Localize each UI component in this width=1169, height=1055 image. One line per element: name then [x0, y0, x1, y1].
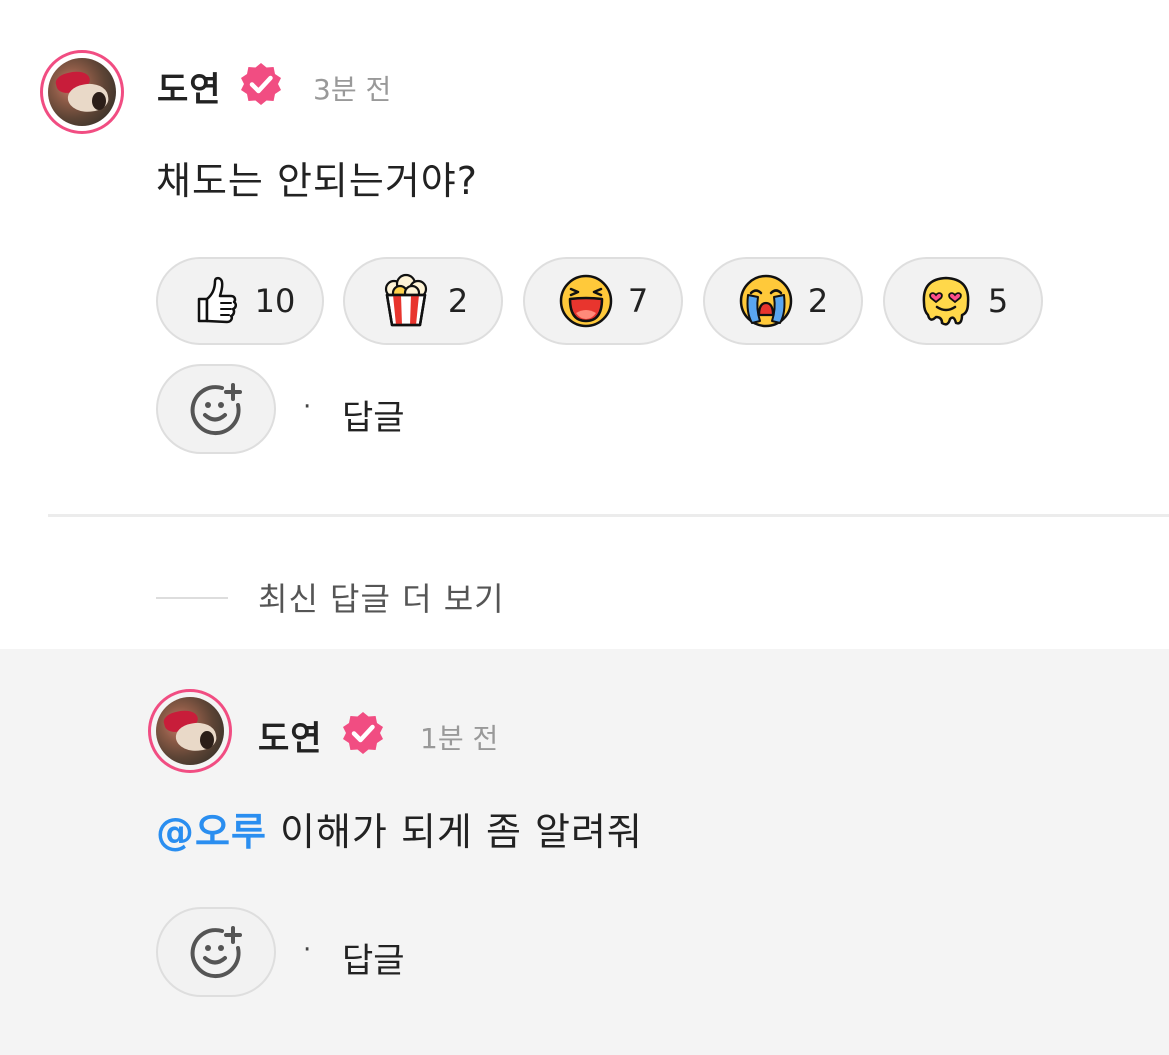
add-reaction-button[interactable]: [156, 907, 276, 997]
comment-text: 채도는 안되는거야?: [156, 159, 478, 203]
comment-author[interactable]: 도연: [157, 62, 222, 111]
more-replies-line: [156, 597, 228, 599]
mention-link[interactable]: @오루: [156, 810, 267, 854]
crying-face-icon: [739, 274, 793, 328]
reaction-count: 2: [807, 282, 829, 320]
thumbs-up-icon: [197, 276, 237, 324]
more-replies-button[interactable]: 최신 답글 더 보기: [258, 574, 505, 620]
reaction-crying[interactable]: 2: [703, 257, 863, 345]
reaction-thumbs-up[interactable]: 10: [156, 257, 324, 345]
separator-dot: ·: [303, 392, 312, 422]
avatar[interactable]: [40, 50, 124, 134]
reaction-count: 5: [987, 282, 1009, 320]
laughing-face-icon: [559, 274, 613, 328]
verified-badge-icon: [241, 63, 281, 105]
reaction-laughing[interactable]: 7: [523, 257, 683, 345]
divider: [48, 514, 1169, 517]
avatar-image: [48, 58, 116, 126]
reply-comment: 도연 1분 전 @오루 이해가 되게 좀 알려줘 · 답글: [0, 649, 1169, 1055]
reaction-count: 7: [627, 282, 649, 320]
comment-timestamp: 3분 전: [313, 73, 392, 106]
verified-badge-icon: [343, 712, 383, 754]
reply-button[interactable]: 답글: [342, 933, 405, 982]
add-reaction-smiley-icon: [190, 383, 242, 436]
separator-dot: ·: [303, 935, 312, 965]
add-reaction-button[interactable]: [156, 364, 276, 454]
reaction-heart-eyes[interactable]: 5: [883, 257, 1043, 345]
popcorn-icon: [384, 273, 427, 327]
reaction-popcorn[interactable]: 2: [343, 257, 503, 345]
add-reaction-smiley-icon: [190, 926, 242, 979]
reply-message: 이해가 되게 좀 알려줘: [266, 810, 643, 854]
avatar-image: [156, 697, 224, 765]
reply-button[interactable]: 답글: [342, 390, 405, 439]
comment: 도연 3분 전 채도는 안되는거야? 10 2 7 2 5 · 답글: [0, 0, 1169, 516]
reaction-count: 2: [447, 282, 469, 320]
reply-author[interactable]: 도연: [258, 711, 323, 760]
reply-timestamp: 1분 전: [420, 722, 499, 755]
reply-text: @오루 이해가 되게 좀 알려줘: [156, 801, 643, 856]
avatar[interactable]: [148, 689, 232, 773]
heart-eyes-melting-face-icon: [922, 276, 970, 326]
reaction-count: 10: [254, 282, 296, 320]
